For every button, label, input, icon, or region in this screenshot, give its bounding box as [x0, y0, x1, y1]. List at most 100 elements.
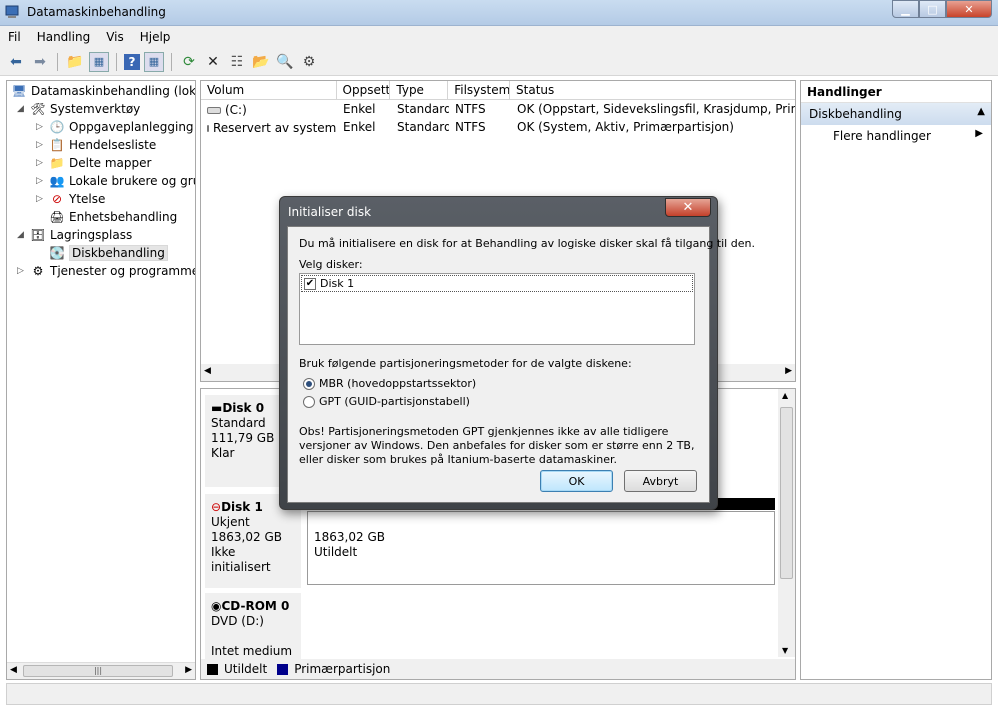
tree-item-systemverktoy[interactable]: ◢ 🛠 Systemverktøy	[17, 100, 140, 118]
disk-icon: ▬	[211, 401, 223, 415]
ok-button[interactable]: OK	[540, 470, 613, 492]
expand-icon[interactable]: ▷	[17, 266, 27, 276]
mbr-label: MBR (hovedoppstartssektor)	[319, 377, 477, 390]
action-label: Flere handlinger	[833, 129, 931, 143]
radio-button[interactable]	[303, 377, 315, 390]
scroll-left-icon[interactable]: ◀	[10, 665, 17, 675]
radio-button[interactable]	[303, 395, 315, 408]
more-actions-item[interactable]: Flere handlinger ▶	[801, 125, 991, 147]
disk-size: 1863,02 GB	[211, 530, 282, 544]
scroll-up-icon[interactable]: ▲	[782, 391, 788, 400]
expand-icon[interactable]: ▷	[36, 140, 46, 150]
close-button[interactable]: ✕	[946, 0, 992, 18]
tree-item-root[interactable]: 🖥 Datamaskinbehandling (lokal)	[11, 82, 196, 100]
collapse-up-icon[interactable]: ▲	[977, 106, 985, 117]
disk-name: Disk 1	[221, 500, 263, 514]
cell-volum: Reservert av systemet	[213, 121, 337, 135]
legend-swatch-primary	[277, 663, 289, 675]
tree-item-lagringsplass[interactable]: ◢ 🗄 Lagringsplass	[17, 226, 132, 244]
open-icon[interactable]: 📂	[251, 52, 271, 72]
expand-icon[interactable]: ▷	[36, 158, 46, 168]
column-header-filsystem[interactable]: Filsystem	[448, 81, 511, 99]
disk-1-partition[interactable]: 1863,02 GB Utildelt	[307, 511, 775, 585]
disk-checkbox[interactable]: ✔	[304, 277, 316, 290]
table-row[interactable]: (C:) Enkel Standard NTFS OK (Oppstart, S…	[201, 101, 795, 119]
refresh-icon[interactable]: ⟳	[179, 52, 199, 72]
diskmap-vertical-scrollbar[interactable]: ▲ ▼	[778, 389, 795, 657]
drive-icon	[207, 106, 221, 114]
dialog-close-button[interactable]: ✕	[665, 198, 711, 217]
gpt-radio[interactable]: GPT (GUID-partisjonstabell)	[303, 395, 470, 408]
column-header-volum[interactable]: Volum	[201, 81, 337, 99]
up-icon[interactable]: 📁	[65, 52, 85, 72]
scroll-right-icon[interactable]: ▶	[185, 665, 192, 675]
collapse-icon[interactable]: ◢	[17, 230, 27, 240]
tree-horizontal-scrollbar[interactable]: ◀ ||| ▶	[7, 662, 195, 679]
menu-fil[interactable]: Fil	[0, 26, 29, 48]
status-bar	[6, 683, 992, 705]
search-icon[interactable]: 🔍	[275, 52, 295, 72]
cdrom-label[interactable]: ◉CD-ROM 0 DVD (D:) Intet medium	[205, 593, 301, 663]
actions-section-diskbehandling[interactable]: Diskbehandling ▲	[801, 103, 991, 125]
tree-label: Enhetsbehandling	[69, 210, 178, 224]
menu-bar: Fil Handling Vis Hjelp	[0, 26, 998, 48]
partition-state: Utildelt	[314, 545, 358, 559]
tree-label: Datamaskinbehandling (lokal)	[31, 84, 196, 98]
tree-label: Hendelsesliste	[69, 138, 157, 152]
disk-unknown-icon: ⊖	[211, 500, 222, 514]
tree-label: Systemverktøy	[50, 102, 141, 116]
tree-item-hendelsesliste[interactable]: ▷ 📋 Hendelsesliste	[36, 136, 156, 154]
mbr-radio[interactable]: MBR (hovedoppstartssektor)	[303, 377, 476, 390]
show-hide-tree-icon[interactable]: ▦	[89, 51, 109, 72]
expand-icon[interactable]: ▷	[36, 176, 46, 186]
back-icon[interactable]: ⬅	[6, 52, 26, 72]
scroll-left-icon[interactable]: ◀	[204, 366, 211, 376]
table-row[interactable]: Reservert av systemet Enkel Standard NTF…	[201, 119, 795, 137]
delete-icon[interactable]: ✕	[203, 52, 223, 72]
tree-item-delte-mapper[interactable]: ▷ 📁 Delte mapper	[36, 154, 151, 172]
scroll-right-icon[interactable]: ▶	[785, 366, 792, 376]
tree-label: Delte mapper	[69, 156, 152, 170]
tree-item-tjenester[interactable]: ▷ ⚙ Tjenester og programmer	[17, 262, 196, 280]
scrollbar-thumb[interactable]: |||	[23, 665, 173, 677]
disk-listbox[interactable]: ✔ Disk 1	[299, 273, 695, 345]
expand-icon[interactable]: ▷	[36, 122, 46, 132]
column-header-oppsett[interactable]: Oppsett	[337, 81, 391, 99]
storage-icon: 🗄	[30, 228, 46, 242]
help-icon[interactable]: ?	[124, 53, 140, 70]
tree-label: Diskbehandling	[69, 245, 168, 261]
collapse-icon[interactable]: ◢	[17, 104, 27, 114]
maximize-button[interactable]: □	[919, 0, 946, 18]
dialog-body: Du må initialisere en disk for at Behand…	[287, 226, 755, 503]
minimize-button[interactable]: ▁	[892, 0, 919, 18]
cell-oppsett: Enkel	[343, 102, 376, 116]
cell-status: OK (System, Aktiv, Primærpartisjon)	[517, 120, 734, 134]
users-icon: 👥	[49, 174, 65, 188]
scrollbar-thumb[interactable]	[780, 407, 793, 579]
cancel-button[interactable]: Avbryt	[624, 470, 697, 492]
settings-icon[interactable]: ⚙	[299, 52, 319, 72]
scroll-down-icon[interactable]: ▼	[782, 646, 788, 655]
tree-item-enhetsbehandling[interactable]: 🖨 Enhetsbehandling	[49, 208, 177, 226]
column-header-type[interactable]: Type	[390, 81, 449, 99]
initialize-disk-dialog: Initialiser disk ✕ Du må initialisere en…	[279, 196, 755, 510]
tree-item-oppgaveplanlegging[interactable]: ▷ 🕒 Oppgaveplanlegging	[36, 118, 194, 136]
menu-vis[interactable]: Vis	[98, 26, 132, 48]
menu-handling[interactable]: Handling	[29, 26, 99, 48]
expand-icon[interactable]: ▷	[36, 194, 46, 204]
tree-item-lokale-brukere[interactable]: ▷ 👥 Lokale brukere og grupper	[36, 172, 195, 190]
forward-icon[interactable]: ➡	[30, 52, 50, 72]
tree-item-ytelse[interactable]: ▷ ⊘ Ytelse	[36, 190, 105, 208]
cell-type: Standard	[397, 102, 449, 116]
tree-label: Tjenester og programmer	[50, 264, 196, 278]
disk-list-item[interactable]: ✔ Disk 1	[301, 275, 693, 292]
show-hide-action-icon[interactable]: ▦	[144, 51, 164, 72]
computer-icon: 🖥	[11, 84, 27, 98]
column-header-status[interactable]: Status	[510, 81, 795, 99]
computer-management-icon	[5, 5, 19, 18]
cell-status: OK (Oppstart, Sidevekslingsfil, Krasjdum…	[517, 102, 795, 116]
dialog-intro: Du må initialisere en disk for at Behand…	[299, 237, 755, 250]
properties-icon[interactable]: ☷	[227, 52, 247, 72]
menu-hjelp[interactable]: Hjelp	[132, 26, 179, 48]
tree-item-diskbehandling[interactable]: 💽 Diskbehandling	[49, 244, 168, 262]
